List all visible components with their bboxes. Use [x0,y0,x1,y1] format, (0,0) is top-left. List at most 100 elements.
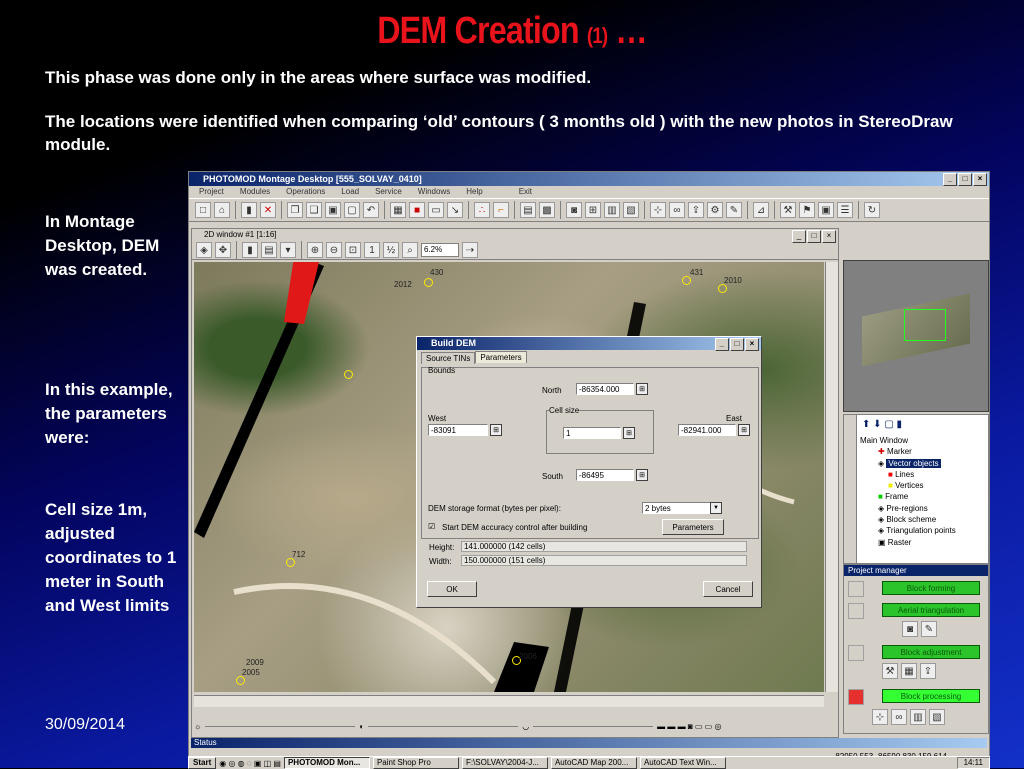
cell-size-field[interactable]: 1 [563,427,621,439]
triangulation-icon[interactable]: ⊹ [650,202,666,218]
process-stereo-icon[interactable]: ∞ [891,709,907,725]
vertical-scrollbar[interactable] [825,262,838,692]
south-field[interactable]: -86495 [576,469,634,481]
settings-icon[interactable]: ⚙ [707,202,723,218]
menu-project[interactable]: Project [199,186,224,198]
block-processing-button[interactable]: Block processing [882,689,980,703]
tree-raster[interactable]: Raster [888,538,912,547]
menu-service[interactable]: Service [375,186,402,198]
control-point[interactable] [236,676,245,685]
process-dem-icon[interactable]: ▥ [910,709,926,725]
ok-button[interactable]: OK [427,581,477,597]
step-check[interactable] [848,645,864,661]
north-calc-icon[interactable]: ⊞ [636,383,648,395]
points-icon[interactable]: ∴ [474,202,490,218]
window-icon[interactable]: ▢ [344,202,360,218]
undo-icon[interactable]: ↶ [363,202,379,218]
polyline-icon[interactable]: ⌐ [493,202,509,218]
view-move-icon[interactable]: ✥ [215,242,231,258]
screen-icon[interactable]: ▣ [818,202,834,218]
zoom-input[interactable]: 6.2% [421,243,459,257]
camera-icon[interactable]: ◙ [566,202,582,218]
menu-windows[interactable]: Windows [418,186,450,198]
task-autocad-map[interactable]: AutoCAD Map 200... [550,757,637,769]
zoom-custom-icon[interactable]: ⌕ [402,242,418,258]
refresh-icon[interactable]: ↻ [864,202,880,218]
tree-vector-objects[interactable]: Vector objects [886,458,941,468]
zoom-out-icon[interactable]: ⊖ [326,242,342,258]
cancel-button[interactable]: Cancel [703,581,753,597]
copy-icon[interactable]: ❐ [287,202,303,218]
gamma-icon[interactable]: ◡ [522,722,529,731]
view-close-button[interactable]: × [822,230,836,243]
parameters-button[interactable]: Parameters [662,519,724,535]
start-button[interactable]: Start [188,757,217,769]
menu-modules[interactable]: Modules [240,186,270,198]
control-point[interactable] [424,278,433,287]
overview-map[interactable] [843,260,989,412]
tree-frame[interactable]: Frame [885,492,908,501]
new-icon[interactable]: □ [195,202,211,218]
menu-load[interactable]: Load [341,186,359,198]
tree-triangulation-points[interactable]: Triangulation points [886,526,956,535]
accuracy-checkbox[interactable]: ☑ [428,522,435,531]
image-icon[interactable]: ▩ [539,202,555,218]
task-autocad-text[interactable]: AutoCAD Text Win... [639,757,726,769]
tree-vertices[interactable]: Vertices [895,481,923,490]
view-bars-icon[interactable]: ▮ [242,242,258,258]
horizontal-scrollbar[interactable] [194,695,824,707]
block-adjustment-button[interactable]: Block adjustment [882,645,980,659]
step-check-active[interactable] [848,689,864,705]
west-field[interactable]: -83091 [428,424,488,436]
nav-arrows-icon[interactable]: ⬆ ⬇ ▢ ▮ [862,419,902,430]
aerial-triangulation-button[interactable]: Aerial triangulation [882,603,980,617]
block-forming-button[interactable]: Block forming [882,581,980,595]
south-calc-icon[interactable]: ⊞ [636,469,648,481]
tree-block-scheme[interactable]: Block scheme [886,515,936,524]
east-field[interactable]: -82941.000 [678,424,736,436]
zoom-fit-icon[interactable]: ⊡ [345,242,361,258]
tree-lines[interactable]: Lines [895,470,914,479]
glasses-icon[interactable]: ∞ [669,202,685,218]
process-ortho-icon[interactable]: ▧ [929,709,945,725]
adjust-solve-icon[interactable]: ▦ [901,663,917,679]
view-layer-icon[interactable]: ▾ [280,242,296,258]
control-point[interactable] [286,558,295,567]
list-icon[interactable]: ☰ [837,202,853,218]
dialog-maximize-button[interactable]: □ [730,338,744,351]
export-icon[interactable]: ⇪ [688,202,704,218]
table-icon[interactable]: ▤ [520,202,536,218]
cell-size-calc-icon[interactable]: ⊞ [623,427,635,439]
ortho-icon[interactable]: ▧ [623,202,639,218]
process-icon[interactable]: ⚒ [780,202,796,218]
dialog-minimize-button[interactable]: _ [715,338,729,351]
control-point[interactable] [718,284,727,293]
save-icon[interactable]: ▮ [241,202,257,218]
menu-exit[interactable]: Exit [519,186,532,198]
measure-icon[interactable]: ⊿ [753,202,769,218]
triangulation-edit-icon[interactable]: ✎ [921,621,937,637]
tab-source-tins[interactable]: Source TINs [421,352,476,364]
zoom-arrows-icon[interactable]: ⇢ [462,242,478,258]
tree-root[interactable]: Main Window [860,435,956,446]
contrast-icon[interactable]: ◐ [359,722,364,731]
status-tool-icon[interactable]: ▬ ▬ ▬ ◙ ▭ ▭ ◎ [657,722,721,731]
stereo-icon[interactable]: ⊞ [585,202,601,218]
adjust-tool-icon[interactable]: ⚒ [882,663,898,679]
control-point[interactable] [344,370,353,379]
open-icon[interactable]: ⌂ [214,202,230,218]
tree-pre-regions[interactable]: Pre-regions [886,504,927,513]
task-photomod[interactable]: PHOTOMOD Mon... [283,757,370,769]
step-check[interactable] [848,603,864,619]
view-table-icon[interactable]: ▤ [261,242,277,258]
zoom-half-icon[interactable]: ½ [383,242,399,258]
zoom-in-icon[interactable]: ⊕ [307,242,323,258]
network-icon[interactable]: ⚑ [799,202,815,218]
dem-icon[interactable]: ▥ [604,202,620,218]
east-calc-icon[interactable]: ⊞ [738,424,750,436]
task-paint-shop-pro[interactable]: Paint Shop Pro [372,757,459,769]
close-button[interactable]: × [973,173,987,186]
tree-marker[interactable]: Marker [887,447,912,456]
dialog-close-button[interactable]: × [745,338,759,351]
grid-icon[interactable]: ▦ [390,202,406,218]
